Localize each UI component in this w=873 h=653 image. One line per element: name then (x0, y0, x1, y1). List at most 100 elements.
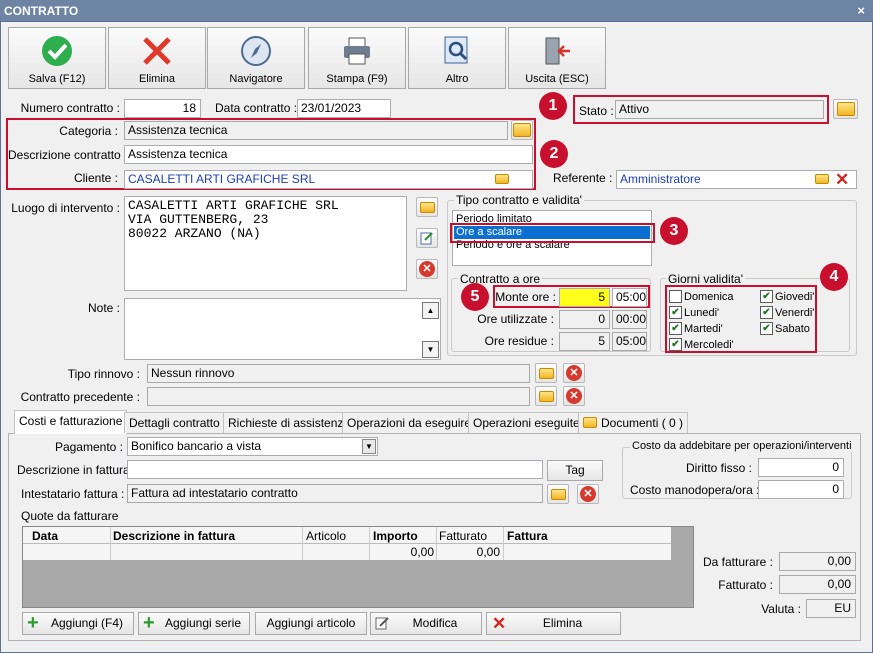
checkbox-icon[interactable]: ✔ (760, 290, 773, 303)
tab-dettagli[interactable]: Dettagli contratto (124, 412, 225, 433)
delete-button[interactable]: Elimina (108, 27, 206, 89)
delete-icon: ✕ (580, 486, 596, 502)
elimina-button[interactable]: ✕ Elimina (486, 612, 621, 635)
contratto-prec-folder-button[interactable] (535, 386, 557, 406)
cliente-folder-icon[interactable] (495, 174, 509, 184)
aggiungi-serie-button[interactable]: + Aggiungi serie (138, 612, 250, 635)
categoria-field[interactable]: Assistenza tecnica (124, 121, 508, 140)
day-checkbox[interactable]: ✔ Venerdi' (760, 306, 814, 319)
tab-costi[interactable]: Costi e fatturazione (14, 410, 128, 434)
delete-icon: ✕ (566, 365, 582, 381)
delete-x-icon (143, 37, 171, 65)
folder-icon (419, 201, 435, 213)
stato-label: Stato : (579, 104, 614, 118)
ore-residue-field: 5 (559, 332, 610, 351)
tab-operazioni-eseguite[interactable]: Operazioni eseguite (468, 412, 585, 433)
cell-importo: 0,00 (410, 545, 434, 559)
tag-button[interactable]: Tag (547, 460, 603, 481)
descr-fatt-label: Descrizione in fattura (17, 463, 130, 477)
ore-utilizzate-label: Ore utilizzate : (477, 312, 554, 326)
print-button[interactable]: Stampa (F9) (308, 27, 406, 89)
col-articolo: Articolo (306, 529, 347, 543)
tab-documenti[interactable]: Documenti ( 0 ) (578, 412, 689, 433)
checkbox-icon[interactable]: ✔ (669, 322, 682, 335)
table-row[interactable] (23, 544, 671, 560)
monte-ore-time[interactable]: 05:00 (612, 288, 647, 307)
day-checkbox[interactable]: ✔ Sabato (760, 322, 810, 335)
other-button[interactable]: Altro (408, 27, 506, 89)
descrizione-field[interactable]: Assistenza tecnica (124, 145, 533, 164)
stato-folder-button[interactable] (833, 99, 858, 119)
delete-x-icon: ✕ (492, 614, 507, 633)
checkbox-icon[interactable]: ✔ (669, 338, 682, 351)
checkbox-icon[interactable] (669, 290, 682, 303)
fatturato-label: Fatturato : (718, 578, 773, 592)
close-button[interactable]: × (857, 0, 865, 22)
quote-label: Quote da fatturare (21, 509, 119, 523)
tipo-rinnovo-delete-button[interactable]: ✕ (563, 363, 585, 383)
categoria-folder-button[interactable] (511, 120, 533, 140)
day-checkbox[interactable]: ✔ Lunedi' (669, 306, 719, 319)
ore-residue-time: 05:00 (612, 332, 647, 351)
stato-field[interactable]: Attivo (615, 100, 824, 119)
diritto-field[interactable]: 0 (758, 458, 844, 477)
checkbox-icon[interactable]: ✔ (760, 322, 773, 335)
aggiungi-label: Aggiungi (F4) (50, 616, 124, 630)
navigator-label: Navigatore (229, 73, 283, 85)
luogo-line: 80022 ARZANO (NA) (128, 226, 261, 241)
monte-ore-field[interactable]: 5 (559, 288, 610, 307)
checkbox-icon[interactable]: ✔ (669, 306, 682, 319)
luogo-folder-button[interactable] (416, 197, 438, 217)
pagamento-value: Bonifico bancario a vista (131, 439, 262, 453)
numero-field[interactable]: 18 (124, 99, 201, 118)
navigator-button[interactable]: Navigatore (207, 27, 305, 89)
luogo-textarea[interactable]: CASALETTI ARTI GRAFICHE SRL VIA GUTTENBE… (124, 196, 407, 291)
intestatario-field[interactable]: Fattura ad intestatario contratto (127, 484, 543, 503)
aggiungi-articolo-button[interactable]: Aggiungi articolo (255, 612, 367, 635)
checkmark-icon (42, 36, 72, 66)
day-checkbox[interactable]: ✔ Mercoledi' (669, 338, 734, 351)
day-checkbox[interactable]: ✔ Martedi' (669, 322, 723, 335)
contratto-prec-delete-button[interactable]: ✕ (563, 386, 585, 406)
luogo-edit-button[interactable] (416, 228, 438, 248)
numero-label: Numero contratto : (20, 101, 120, 115)
descr-fatt-field[interactable] (127, 460, 543, 479)
exit-button[interactable]: Uscita (ESC) (508, 27, 606, 89)
tab-operazioni-da-eseguire[interactable]: Operazioni da eseguire (342, 412, 477, 433)
title-bar: CONTRATTO × (0, 0, 873, 22)
tab-richieste[interactable]: Richieste di assistenza (223, 412, 356, 433)
save-button[interactable]: Salva (F12) (8, 27, 106, 89)
checkbox-icon[interactable]: ✔ (760, 306, 773, 319)
day-label: Mercoledi' (684, 338, 734, 351)
data-field[interactable]: 23/01/2023 (297, 99, 391, 118)
window-title: CONTRATTO (4, 4, 79, 18)
other-label: Altro (445, 73, 469, 85)
note-textarea[interactable] (124, 298, 441, 360)
day-label: Martedi' (684, 322, 723, 335)
luogo-label: Luogo di intervento : (11, 201, 120, 215)
luogo-line: VIA GUTTENBERG, 23 (128, 212, 269, 227)
aggiungi-button[interactable]: + Aggiungi (F4) (22, 612, 134, 635)
manodopera-field[interactable]: 0 (758, 480, 844, 499)
intestatario-delete-button[interactable]: ✕ (577, 484, 599, 504)
cell-fatturato: 0,00 (476, 545, 500, 559)
cliente-field[interactable]: CASALETTI ARTI GRAFICHE SRL (124, 170, 533, 189)
pagamento-select[interactable]: Bonifico bancario a vista ▼ (127, 437, 378, 456)
contratto-prec-field[interactable] (147, 387, 530, 406)
modifica-button[interactable]: Modifica (370, 612, 482, 635)
col-data: Data (32, 529, 59, 543)
edit-icon (420, 232, 433, 245)
exit-label: Uscita (ESC) (525, 73, 589, 85)
tipo-rinnovo-folder-button[interactable] (535, 363, 557, 383)
intestatario-folder-button[interactable] (547, 484, 569, 504)
tipo-rinnovo-field[interactable]: Nessun rinnovo (147, 364, 530, 383)
referente-clear-icon[interactable]: ✕ (835, 171, 849, 188)
note-scroll-down-icon[interactable]: ▼ (422, 341, 439, 358)
luogo-delete-button[interactable]: ✕ (416, 259, 438, 279)
referente-folder-icon[interactable] (815, 174, 829, 184)
badge-4: 4 (820, 263, 848, 291)
note-scroll-up-icon[interactable]: ▲ (422, 302, 439, 319)
day-checkbox[interactable]: ✔ Giovedi' (760, 290, 814, 303)
giorni-title: Giorni validita' (666, 272, 745, 286)
day-checkbox[interactable]: Domenica (669, 290, 734, 303)
